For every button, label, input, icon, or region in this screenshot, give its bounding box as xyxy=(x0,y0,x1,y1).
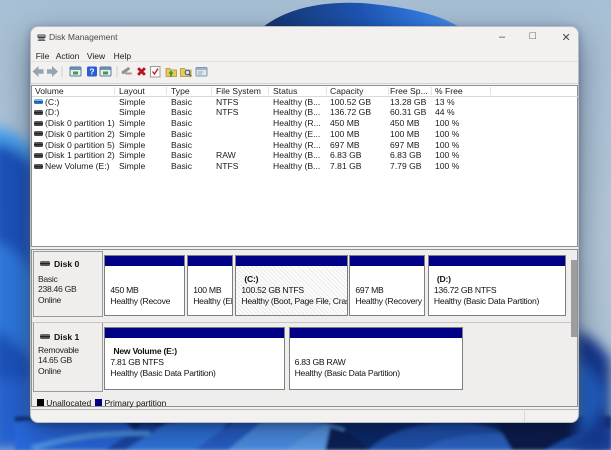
svg-text:?: ? xyxy=(89,67,94,77)
